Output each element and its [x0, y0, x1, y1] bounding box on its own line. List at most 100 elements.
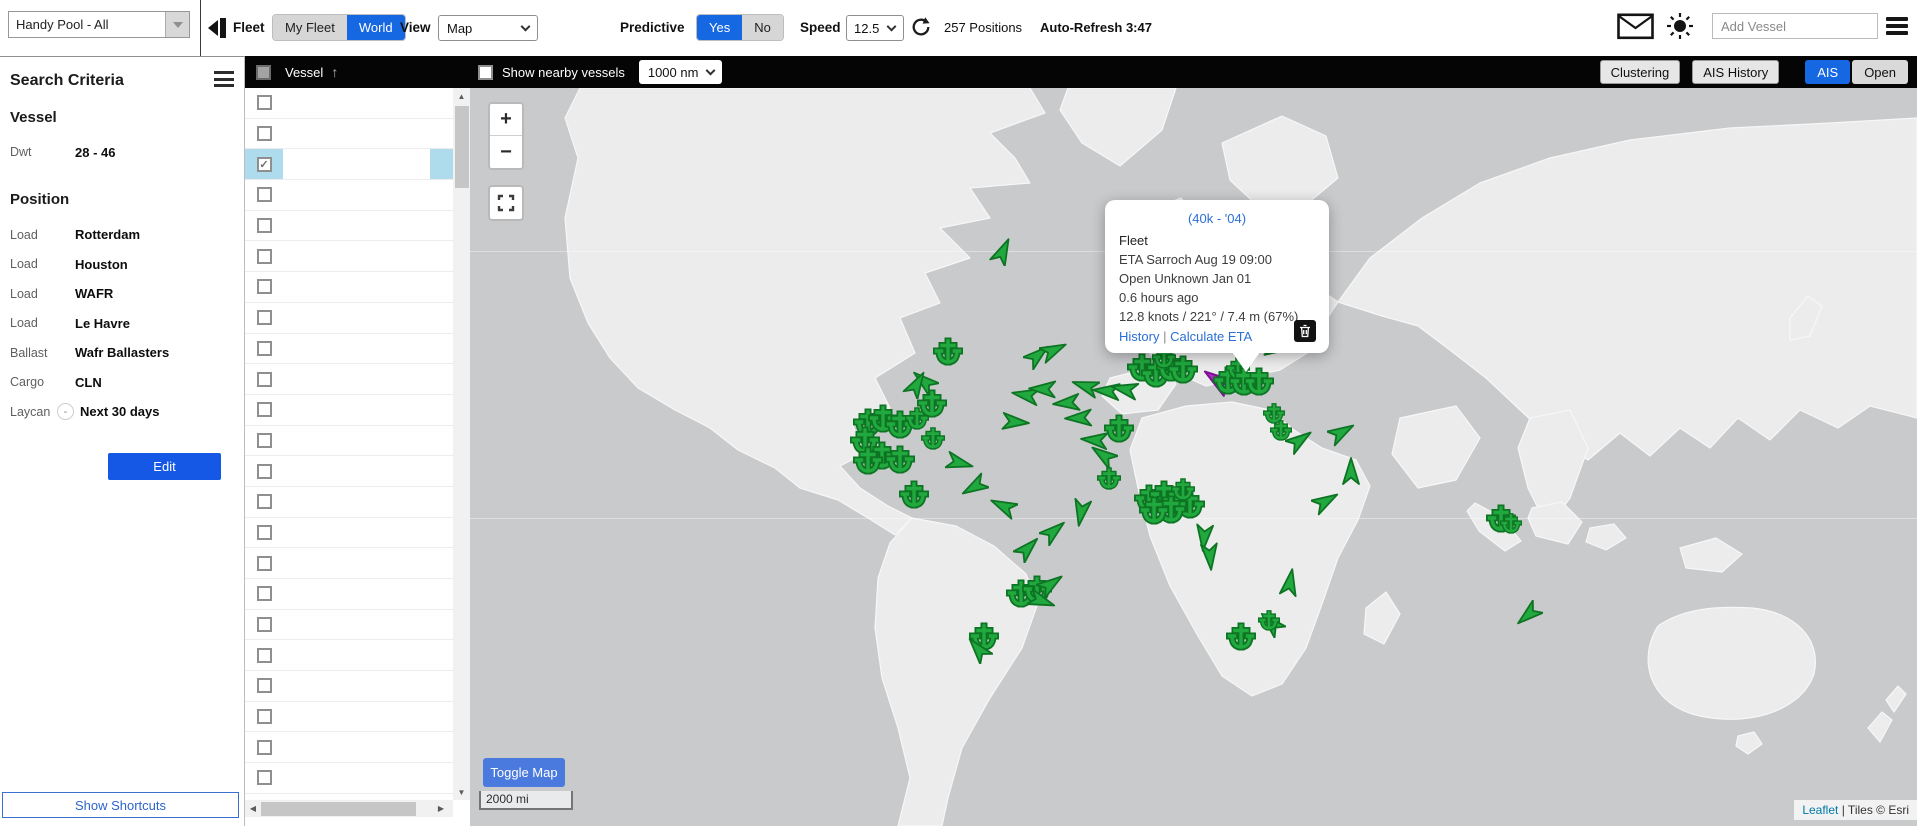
- add-vessel-input[interactable]: [1712, 13, 1878, 39]
- collapse-sidebar-icon[interactable]: [207, 16, 229, 43]
- vessel-row[interactable]: [245, 272, 453, 303]
- vessel-row[interactable]: [245, 241, 453, 272]
- select-all-checkbox[interactable]: [256, 65, 271, 80]
- vessel-name-cell[interactable]: [283, 88, 430, 118]
- underway-vessel-marker[interactable]: [1311, 486, 1341, 519]
- anchor-vessel-marker[interactable]: [1226, 621, 1256, 654]
- underway-vessel-marker[interactable]: [959, 472, 989, 505]
- anchor-vessel-marker[interactable]: [1258, 609, 1280, 634]
- criteria-menu-icon[interactable]: [214, 71, 234, 91]
- range-select[interactable]: 1000 nm: [639, 60, 723, 84]
- calculate-eta-link[interactable]: Calculate ETA: [1170, 329, 1252, 344]
- view-select[interactable]: Map: [438, 15, 538, 41]
- history-link[interactable]: History: [1119, 329, 1159, 344]
- anchor-vessel-marker[interactable]: [933, 336, 963, 369]
- vessel-name-cell[interactable]: [283, 671, 430, 701]
- vessel-name-cell[interactable]: [283, 610, 430, 640]
- predictive-no-button[interactable]: No: [742, 15, 783, 40]
- anchor-vessel-marker[interactable]: [1097, 466, 1121, 493]
- scroll-left-icon[interactable]: ◀: [245, 800, 261, 817]
- vessel-checkbox[interactable]: [257, 249, 272, 264]
- anchor-vessel-marker[interactable]: [1171, 477, 1195, 504]
- vessel-checkbox[interactable]: [257, 279, 272, 294]
- vessel-row[interactable]: [245, 149, 453, 180]
- vessel-checkbox[interactable]: [257, 525, 272, 540]
- horizontal-scrollbar[interactable]: ◀ ▶: [245, 800, 453, 817]
- vessel-row[interactable]: [245, 456, 453, 487]
- vessel-checkbox[interactable]: [257, 157, 272, 172]
- vessel-name-cell[interactable]: [283, 487, 430, 517]
- scroll-right-icon[interactable]: ▶: [433, 800, 449, 817]
- clustering-button[interactable]: Clustering: [1600, 60, 1681, 84]
- vessel-name-cell[interactable]: [283, 303, 430, 333]
- ais-toggle-button[interactable]: AIS: [1805, 60, 1850, 84]
- vessel-row[interactable]: [245, 610, 453, 641]
- vessel-row[interactable]: [245, 732, 453, 763]
- underway-vessel-marker[interactable]: [1513, 600, 1543, 633]
- map-canvas[interactable]: + − (40k - '04) Fleet ETA Sarroch Aug 19…: [470, 88, 1917, 826]
- vessel-name-cell[interactable]: [283, 119, 430, 149]
- horizontal-scroll-thumb[interactable]: [261, 802, 416, 816]
- anchor-vessel-marker[interactable]: [1500, 512, 1522, 537]
- vessel-checkbox[interactable]: [257, 678, 272, 693]
- world-button[interactable]: World: [347, 15, 405, 40]
- delete-button[interactable]: [1294, 320, 1316, 342]
- vessel-name-cell[interactable]: [283, 518, 430, 548]
- vessel-checkbox[interactable]: [257, 433, 272, 448]
- underway-vessel-marker[interactable]: [988, 491, 1018, 524]
- vessel-checkbox[interactable]: [257, 310, 272, 325]
- vertical-scroll-thumb[interactable]: [455, 106, 469, 188]
- vessel-checkbox[interactable]: [257, 126, 272, 141]
- underway-vessel-marker[interactable]: [963, 634, 993, 667]
- vessel-column-header[interactable]: Vessel: [285, 65, 323, 80]
- underway-vessel-marker[interactable]: [1039, 335, 1069, 368]
- vessel-name-cell[interactable]: [283, 640, 430, 670]
- vessel-row[interactable]: [245, 579, 453, 610]
- underway-vessel-marker[interactable]: [1195, 542, 1225, 575]
- menu-icon[interactable]: [1886, 17, 1908, 39]
- vessel-row[interactable]: [245, 763, 453, 794]
- underway-vessel-marker[interactable]: [1013, 533, 1043, 566]
- pool-select-dropdown-button[interactable]: [165, 12, 189, 37]
- vessel-row[interactable]: [245, 426, 453, 457]
- vessel-name-cell[interactable]: [283, 272, 430, 302]
- vessel-row[interactable]: [245, 518, 453, 549]
- vessel-name-cell[interactable]: [283, 180, 430, 210]
- vessel-name-cell[interactable]: [283, 426, 430, 456]
- vessel-name-cell[interactable]: [283, 763, 430, 793]
- underway-vessel-marker[interactable]: [1275, 567, 1305, 600]
- vessel-name-cell[interactable]: [283, 579, 430, 609]
- vessel-row[interactable]: [245, 334, 453, 365]
- vessel-checkbox[interactable]: [257, 218, 272, 233]
- vessel-name-cell[interactable]: [283, 149, 430, 179]
- underway-vessel-marker[interactable]: [1039, 516, 1069, 549]
- my-fleet-button[interactable]: My Fleet: [273, 15, 347, 40]
- vessel-checkbox[interactable]: [257, 95, 272, 110]
- scroll-down-icon[interactable]: ▼: [453, 784, 470, 800]
- vessel-row[interactable]: [245, 88, 453, 119]
- anchor-vessel-marker[interactable]: [899, 479, 929, 512]
- mail-icon[interactable]: [1617, 13, 1654, 43]
- ais-history-button[interactable]: AIS History: [1692, 60, 1779, 84]
- vessel-row[interactable]: [245, 395, 453, 426]
- underway-vessel-marker[interactable]: [1327, 417, 1357, 450]
- vessel-checkbox[interactable]: [257, 586, 272, 601]
- vessel-checkbox[interactable]: [257, 556, 272, 571]
- vessel-row[interactable]: [245, 702, 453, 733]
- anchor-vessel-marker[interactable]: [885, 444, 915, 477]
- anchor-vessel-marker[interactable]: [1139, 495, 1169, 528]
- vessel-checkbox[interactable]: [257, 187, 272, 202]
- predictive-yes-button[interactable]: Yes: [697, 15, 742, 40]
- vessel-name-cell[interactable]: [283, 548, 430, 578]
- anchor-vessel-marker[interactable]: [853, 445, 883, 478]
- anchor-vessel-marker[interactable]: [917, 388, 947, 421]
- vessel-checkbox[interactable]: [257, 372, 272, 387]
- vessel-row[interactable]: [245, 364, 453, 395]
- vessel-row[interactable]: [245, 487, 453, 518]
- vessel-name-cell[interactable]: [283, 364, 430, 394]
- vessel-name-cell[interactable]: [283, 732, 430, 762]
- pool-select[interactable]: Handy Pool - All: [8, 11, 190, 38]
- vessel-checkbox[interactable]: [257, 617, 272, 632]
- anchor-vessel-marker[interactable]: [921, 426, 945, 453]
- vessel-checkbox[interactable]: [257, 402, 272, 417]
